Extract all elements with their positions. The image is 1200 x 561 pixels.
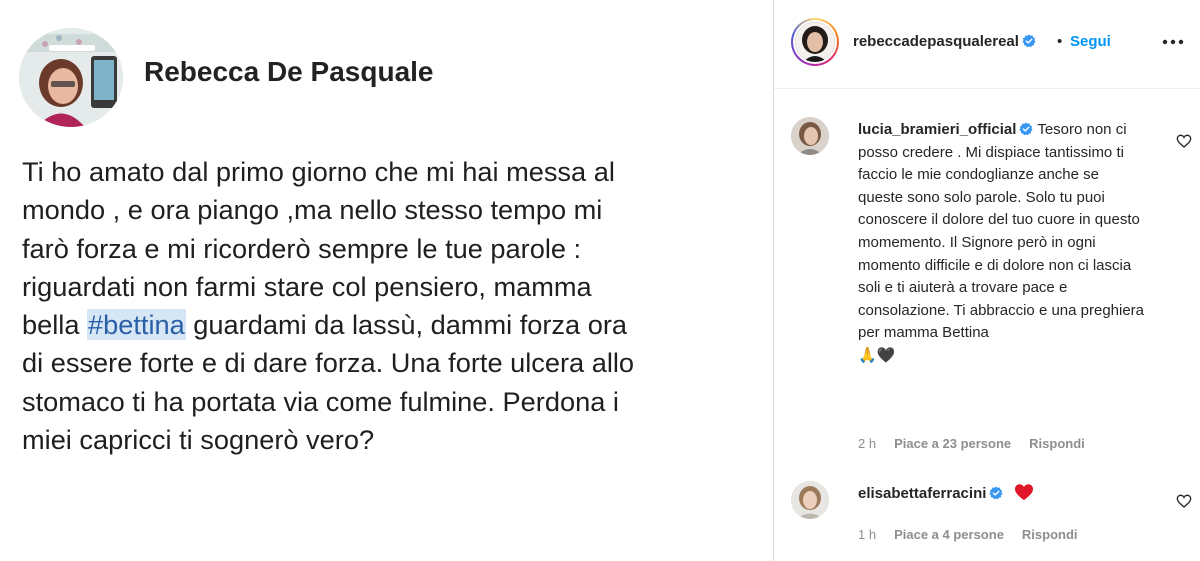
reply-button[interactable]: Rispondi (1029, 436, 1085, 451)
author-name: Rebecca De Pasquale (144, 56, 434, 87)
post-text-line: farò forza e mi ricorderò sempre le tue … (22, 232, 582, 264)
profile-avatar[interactable] (791, 18, 839, 66)
red-heart-emoji-icon (1014, 484, 1033, 501)
comment-meta: 1 h Piace a 4 persone Rispondi (858, 527, 1096, 542)
comment-body: elisabettaferracini (858, 483, 1148, 506)
comment-body: lucia_bramieri_official Tesoro non ci po… (858, 119, 1148, 368)
verified-badge-icon (1019, 122, 1033, 136)
like-heart-icon[interactable] (1176, 133, 1192, 149)
post-image[interactable]: Rebecca De Pasquale Ti ho amato dal prim… (0, 0, 773, 561)
comment-likes[interactable]: Piace a 4 persone (894, 527, 1004, 542)
comment-likes[interactable]: Piace a 23 persone (894, 436, 1011, 451)
post-text-line: riguardati non farmi stare col pensiero,… (22, 270, 592, 302)
comment-meta: 2 h Piace a 23 persone Rispondi (858, 436, 1103, 451)
hashtag: #bettina (87, 309, 186, 341)
post-text-line: mondo , e ora piango ,ma nello stesso te… (22, 194, 603, 226)
post-header: rebeccadepasqualereal • Segui (774, 0, 1200, 89)
profile-username[interactable]: rebeccadepasqualereal (853, 33, 1036, 50)
reply-button[interactable]: Rispondi (1022, 527, 1078, 542)
comment-emojis: 🙏🖤 (858, 346, 896, 364)
follow-button[interactable]: Segui (1070, 33, 1111, 50)
verified-badge-icon (1022, 34, 1036, 48)
separator-dot: • (1057, 33, 1063, 50)
username-text[interactable]: rebeccadepasqualereal (853, 33, 1019, 50)
post-sidebar: rebeccadepasqualereal • Segui lucia_bram… (774, 0, 1200, 561)
post-text-line: bella #bettina guardami da lassù, dammi … (22, 306, 757, 344)
post-text-line: di essere forte e di dare forza. Una for… (22, 347, 635, 379)
more-options-icon[interactable] (1162, 32, 1184, 52)
comment-username[interactable]: lucia_bramieri_official (858, 121, 1033, 138)
post-text-line: stomaco ti ha portata via come fulmine. … (22, 385, 619, 417)
comment-text: Tesoro non ci posso credere . Mi dispiac… (858, 121, 1145, 342)
author-avatar-image (19, 28, 123, 127)
comment-time[interactable]: 1 h (858, 527, 876, 542)
post-text-segment: guardami da lassù, dammi forza ora (185, 309, 627, 341)
comment-time[interactable]: 2 h (858, 436, 876, 451)
post-text: Ti ho amato dal primo giorno che mi hai … (22, 153, 757, 459)
comment-username-text[interactable]: elisabettaferracini (858, 485, 986, 502)
like-heart-icon[interactable] (1176, 493, 1192, 509)
post-text-line: miei capricci ti sognerò vero? (22, 424, 375, 456)
instagram-post-view: Rebecca De Pasquale Ti ho amato dal prim… (0, 0, 1200, 561)
comment-username-text[interactable]: lucia_bramieri_official (858, 121, 1016, 138)
commenter-avatar[interactable] (791, 117, 829, 155)
commenter-avatar[interactable] (791, 481, 829, 519)
comment-username[interactable]: elisabettaferracini (858, 485, 1003, 502)
post-text-segment: bella (22, 309, 87, 341)
post-text-line: Ti ho amato dal primo giorno che mi hai … (22, 156, 615, 187)
verified-badge-icon (989, 486, 1003, 500)
